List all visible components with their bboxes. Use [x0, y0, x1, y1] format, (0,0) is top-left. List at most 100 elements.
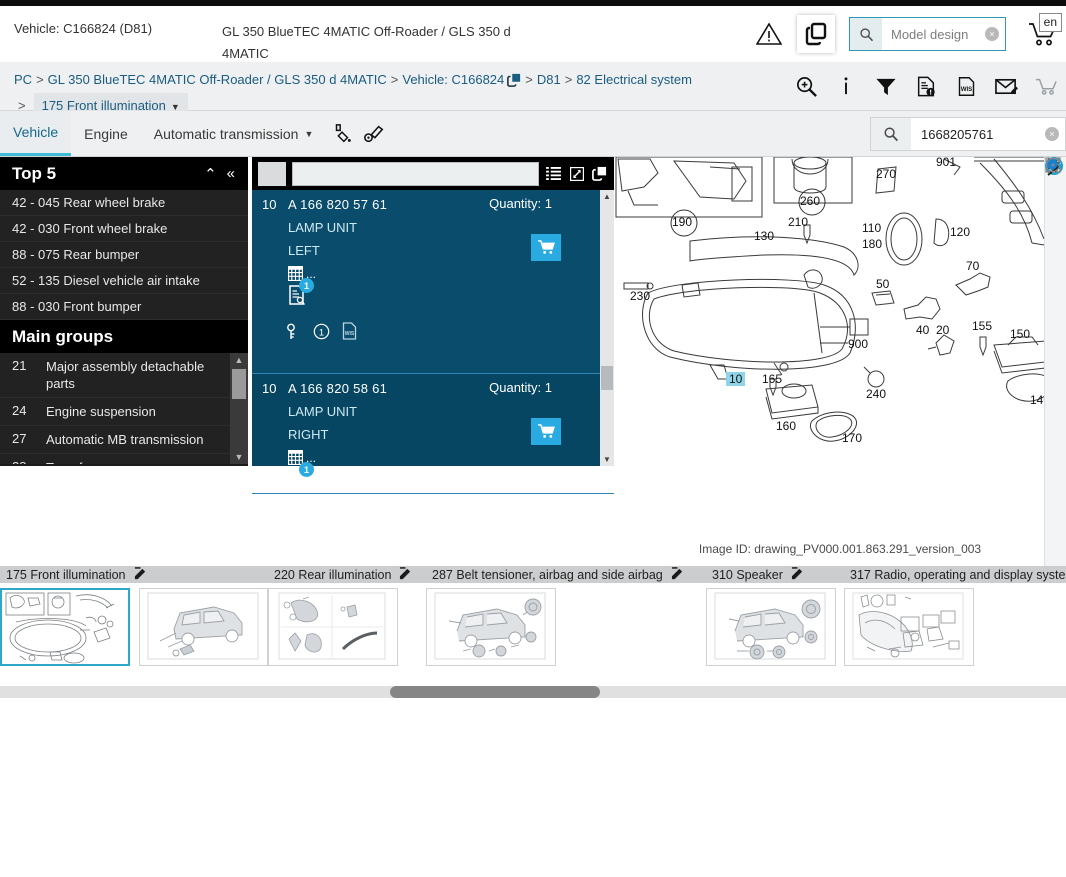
- vehicle-id-label: Vehicle: C166824 (D81): [14, 21, 153, 36]
- main-panes: Top 5 ⌃ « 42 - 045 Rear wheel brake 42 -…: [0, 157, 1066, 566]
- copy-icon[interactable]: [507, 72, 521, 93]
- scroll-down-icon[interactable]: ▼: [600, 453, 614, 466]
- callout-901: 901: [936, 157, 957, 169]
- scroll-up-icon[interactable]: ▲: [600, 190, 614, 203]
- thumbnail-group-175: 175 Front illumination: [0, 566, 268, 680]
- tool-icon[interactable]: [358, 111, 390, 156]
- edit-icon[interactable]: [791, 566, 804, 583]
- scroll-up-icon[interactable]: ▲: [230, 353, 248, 367]
- thumbnail-group-title[interactable]: 317 Radio, operating and display system: [844, 566, 1066, 583]
- tab-automatic-transmission[interactable]: Automatic transmission ▼: [141, 111, 327, 156]
- copy-icon[interactable]: [591, 162, 608, 186]
- language-selector[interactable]: en: [1038, 13, 1062, 32]
- main-group-number: 27: [12, 431, 27, 446]
- wis-document-icon[interactable]: WIS: [946, 62, 986, 110]
- table-row[interactable]: 10 A 166 820 58 61 LAMP UNIT RIGHT Quant…: [252, 374, 614, 494]
- edit-icon[interactable]: [671, 566, 684, 583]
- parts-list-body: 10 A 166 820 57 61 LAMP UNIT LEFT Quanti…: [252, 190, 614, 494]
- model-design-input[interactable]: Model design ×: [882, 18, 1005, 50]
- select-area-icon[interactable]: S: [1045, 157, 1066, 357]
- edit-icon[interactable]: [399, 566, 412, 583]
- add-to-cart-button[interactable]: [531, 418, 561, 445]
- arrow-back-icon[interactable]: [1045, 159, 1066, 277]
- part-position: 10: [262, 381, 277, 396]
- main-group-27[interactable]: 27 Automatic MB transmission: [0, 426, 248, 454]
- parts-drawing-panel[interactable]: 190 260 270 901 130 210 110 180 120 230 …: [614, 157, 1066, 566]
- parts-filter-input[interactable]: [292, 161, 539, 186]
- scrollbar-thumb[interactable]: [601, 366, 613, 390]
- mail-edit-icon[interactable]: [986, 62, 1026, 110]
- top5-header: Top 5 ⌃ «: [0, 157, 248, 190]
- parts-filter-box[interactable]: [258, 161, 286, 186]
- paint-code-icon[interactable]: [326, 111, 358, 156]
- target-icon[interactable]: [1045, 157, 1066, 237]
- tab-vehicle[interactable]: Vehicle: [0, 111, 72, 156]
- thumbnail-strip-horizontal-scrollbar[interactable]: [0, 686, 1066, 698]
- chevron-right-icon[interactable]: [1045, 158, 1066, 317]
- tab-engine[interactable]: Engine: [71, 111, 141, 156]
- part-extra-icons[interactable]: 1 WIS: [286, 322, 614, 340]
- breadcrumb-item-electrical[interactable]: 82 Electrical system: [576, 72, 692, 87]
- scroll-down-icon[interactable]: ▼: [230, 450, 248, 464]
- part-side: LEFT: [288, 243, 320, 258]
- thumbnail-rear-illumination[interactable]: [268, 588, 398, 666]
- thumbnail-speaker[interactable]: [706, 588, 836, 666]
- scrollbar-thumb[interactable]: [390, 686, 600, 698]
- thumbnail-front-illumination-detail[interactable]: [0, 588, 130, 666]
- thumbnail-front-illumination-vehicle[interactable]: [139, 588, 268, 666]
- top5-item-0[interactable]: 42 - 045 Rear wheel brake: [0, 190, 248, 216]
- document-alert-icon[interactable]: [906, 62, 946, 110]
- main-group-24[interactable]: 24 Engine suspension: [0, 398, 248, 426]
- breadcrumb-item-vehicle[interactable]: Vehicle: C166824: [402, 72, 504, 87]
- thumbnail-group-title[interactable]: 310 Speaker: [706, 566, 844, 583]
- breadcrumb-item-model[interactable]: GL 350 BlueTEC 4MATIC Off-Roader / GLS 3…: [48, 72, 387, 87]
- top5-item-2[interactable]: 88 - 075 Rear bumper: [0, 242, 248, 268]
- search-icon[interactable]: [871, 118, 911, 150]
- part-grid-row[interactable]: ...: [288, 450, 614, 465]
- part-grid-row[interactable]: ...: [288, 266, 614, 281]
- breadcrumb-root[interactable]: PC: [14, 72, 32, 87]
- top5-item-4[interactable]: 88 - 030 Front bumper: [0, 294, 248, 320]
- top5-item-3[interactable]: 52 - 135 Diesel vehicle air intake: [0, 268, 248, 294]
- expand-icon[interactable]: [568, 162, 585, 186]
- warning-triangle-icon[interactable]: [749, 14, 789, 54]
- thumbnail-group-287: 287 Belt tensioner, airbag and side airb…: [426, 566, 706, 680]
- filter-icon[interactable]: [866, 62, 906, 110]
- thumbnail-group-title[interactable]: 175 Front illumination: [0, 566, 268, 583]
- clear-icon[interactable]: ×: [985, 27, 999, 41]
- main-group-28[interactable]: 28 Transfer: [0, 454, 248, 464]
- part-number-input[interactable]: 1668205761 ×: [911, 118, 1065, 150]
- callout-165: 165: [762, 372, 783, 386]
- thumbnail-group-title[interactable]: 287 Belt tensioner, airbag and side airb…: [426, 566, 706, 583]
- list-view-icon[interactable]: [545, 162, 562, 186]
- zoom-in-icon[interactable]: [786, 62, 826, 110]
- copy-icon[interactable]: [797, 15, 835, 53]
- search-icon[interactable]: [850, 18, 882, 50]
- main-groups-scrollbar[interactable]: ▲ ▼: [230, 353, 248, 464]
- callout-20: 20: [936, 323, 950, 337]
- cart-outline-icon[interactable]: [1026, 62, 1066, 110]
- add-to-cart-button[interactable]: [531, 234, 561, 261]
- rotate-icon[interactable]: [1045, 157, 1066, 397]
- part-number-search[interactable]: 1668205761 ×: [870, 117, 1066, 151]
- breadcrumb-item-d81[interactable]: D81: [537, 72, 561, 87]
- thumbnail-radio-display-system[interactable]: [844, 588, 974, 666]
- info-circle-icon[interactable]: [1045, 157, 1066, 566]
- part-note-row[interactable]: 1: [288, 462, 614, 492]
- top5-item-1[interactable]: 42 - 030 Front wheel brake: [0, 216, 248, 242]
- part-note-row[interactable]: 1: [288, 278, 614, 308]
- callout-10-highlighted[interactable]: 10: [726, 372, 746, 386]
- edit-icon[interactable]: [134, 566, 147, 583]
- main-group-21[interactable]: 21 Major assembly detachable parts: [0, 353, 248, 398]
- info-icon[interactable]: [826, 62, 866, 110]
- clear-icon[interactable]: ×: [1045, 127, 1059, 141]
- dot-icon[interactable]: [1045, 158, 1066, 557]
- model-design-search[interactable]: Model design ×: [849, 17, 1006, 51]
- parts-scrollbar[interactable]: ▲ ▼: [600, 190, 614, 466]
- chevron-up-icon[interactable]: ⌃: [199, 165, 222, 183]
- thumbnail-group-title[interactable]: 220 Rear illumination: [268, 566, 426, 583]
- thumbnail-belt-tensioner-airbag[interactable]: [426, 588, 556, 666]
- chevron-double-left-icon[interactable]: «: [222, 165, 240, 182]
- scrollbar-thumb[interactable]: [232, 369, 246, 399]
- table-row[interactable]: 10 A 166 820 57 61 LAMP UNIT LEFT Quanti…: [252, 190, 614, 374]
